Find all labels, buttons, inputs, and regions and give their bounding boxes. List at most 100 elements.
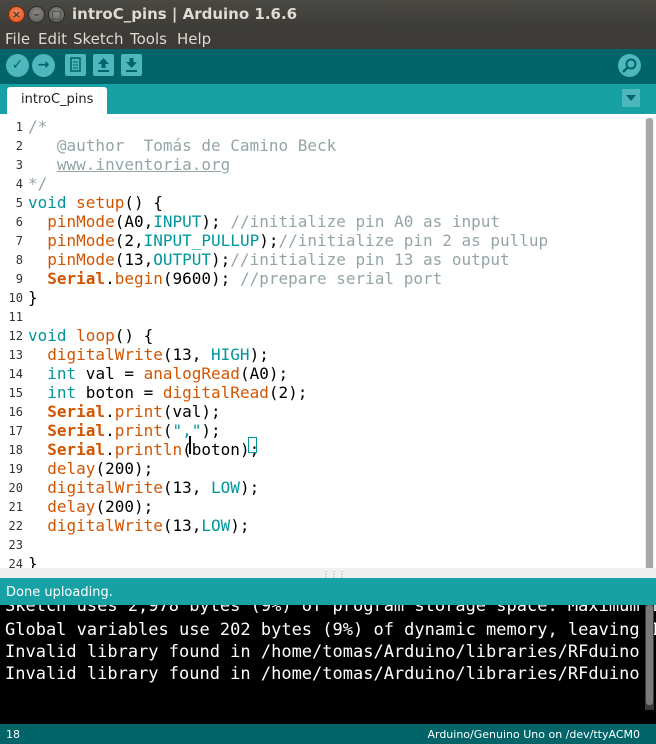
code-token: digitalWrite: [47, 516, 163, 535]
console-line: Invalid library found in /home/tomas/Ard…: [5, 642, 640, 662]
code-token: val =: [76, 364, 144, 383]
code-token: HIGH: [211, 345, 250, 364]
menu-edit[interactable]: Edit: [38, 30, 67, 48]
menu-bar: File Edit Sketch Tools Help: [0, 29, 656, 49]
line-number: 16: [8, 405, 23, 419]
code-token: www.inventoria.org: [56, 155, 231, 174]
menu-file[interactable]: File: [5, 30, 30, 48]
line-number: 19: [8, 462, 23, 476]
code-token: (2,: [114, 231, 144, 250]
console-line: Sketch uses 2,978 bytes (9%) of program …: [5, 605, 656, 616]
code-line: digitalWrite(13,LOW);: [28, 516, 249, 535]
console-vertical-scrollbar[interactable]: [645, 605, 654, 710]
line-number: 20: [8, 481, 23, 495]
tab-introC-pins[interactable]: introC_pins: [7, 87, 108, 114]
menu-sketch[interactable]: Sketch: [73, 30, 124, 48]
code-token: println: [114, 440, 183, 459]
code-token: INPUT_PULLUP: [143, 231, 260, 250]
code-line: int val = analogRead(A0);: [28, 364, 288, 383]
code-token: analogRead: [143, 364, 240, 383]
code-token: .: [105, 421, 115, 440]
line-number-gutter: 1 2 3 4 5 6 7 8 9 10 11 12 13 14 15 16 17 18 19 20 21 22 23 24: [0, 114, 26, 578]
code-token: ",": [172, 421, 202, 440]
toolbar: ✓ →: [0, 49, 656, 84]
code-line: Serial.print(",");: [28, 421, 221, 440]
code-token: begin: [114, 269, 163, 288]
code-token: (13,: [162, 345, 212, 364]
code-token: .: [105, 402, 115, 421]
line-number: 15: [8, 386, 23, 400]
code-token: void: [28, 193, 67, 212]
text-caret: [189, 436, 191, 454]
code-token: );: [201, 421, 221, 440]
upload-button[interactable]: →: [32, 54, 55, 77]
line-number: 10: [8, 291, 23, 305]
code-line: pinMode(A0,INPUT); //initialize pin A0 a…: [28, 212, 500, 231]
code-token: //initialize pin A0 as input: [230, 212, 501, 231]
bracket-match-highlight: [248, 437, 257, 453]
code-line: digitalWrite(13, HIGH);: [28, 345, 269, 364]
code-line: */: [28, 174, 47, 193]
code-editor[interactable]: 1 2 3 4 5 6 7 8 9 10 11 12 13 14 15 16 17 18 19 20 21 22 23 24 …: [0, 114, 656, 578]
open-button[interactable]: [93, 54, 114, 76]
line-number: 8: [15, 253, 23, 267]
board-port-info: Arduino/Genuino Uno on /dev/ttyACM0: [427, 728, 640, 741]
tab-strip: introC_pins: [0, 84, 656, 114]
line-number: 4: [15, 177, 23, 191]
code-token: );: [211, 250, 231, 269]
menu-tools[interactable]: Tools: [130, 30, 167, 48]
upload-arrow-icon: [98, 58, 109, 72]
tab-menu-button[interactable]: [622, 89, 640, 107]
code-token: pinMode: [47, 231, 115, 250]
code-token: print: [114, 421, 163, 440]
code-token: pinMode: [47, 212, 115, 231]
code-token: }: [28, 288, 38, 307]
code-token: (13,: [114, 250, 154, 269]
download-arrow-icon: [126, 58, 137, 72]
bottom-status-bar: 18 Arduino/Genuino Uno on /dev/ttyACM0: [0, 724, 656, 744]
code-token: Serial: [47, 402, 106, 421]
close-window-button[interactable]: ×: [8, 6, 25, 23]
line-number: 1: [15, 120, 23, 134]
line-number: 17: [8, 424, 23, 438]
code-line: pinMode(2,INPUT_PULLUP);//initialize pin…: [28, 231, 548, 250]
minimize-window-button[interactable]: –: [28, 6, 45, 23]
magnifier-icon: [622, 58, 637, 73]
line-number: 22: [8, 519, 23, 533]
verify-button[interactable]: ✓: [6, 54, 29, 77]
editor-console-splitter[interactable]: ⋮⋮⋮: [0, 568, 656, 579]
console-horizontal-scrollbar[interactable]: [0, 710, 656, 724]
code-token: (13,: [162, 516, 202, 535]
code-line: /*: [28, 117, 47, 136]
maximize-window-button[interactable]: □: [48, 6, 65, 23]
serial-monitor-button[interactable]: [618, 54, 641, 77]
line-number: 23: [8, 538, 23, 552]
code-token: (: [162, 421, 173, 440]
console-scrollbar-thumb[interactable]: [646, 605, 653, 705]
console-output[interactable]: Sketch uses 2,978 bytes (9%) of program …: [0, 605, 656, 710]
menu-help[interactable]: Help: [177, 30, 211, 48]
code-token: .: [105, 269, 115, 288]
code-token: boton =: [76, 383, 163, 402]
line-number: 13: [8, 348, 23, 362]
code-line: Serial.println(boton);: [28, 440, 259, 459]
code-line: void loop() {: [28, 326, 153, 345]
editor-scrollbar-thumb[interactable]: [646, 118, 653, 570]
line-number: 9: [15, 272, 23, 286]
new-button[interactable]: [65, 54, 86, 76]
save-button[interactable]: [121, 54, 142, 76]
code-token: INPUT: [153, 212, 202, 231]
code-token: );: [239, 478, 260, 497]
code-line: www.inventoria.org: [28, 155, 230, 174]
editor-vertical-scrollbar[interactable]: [645, 118, 654, 574]
